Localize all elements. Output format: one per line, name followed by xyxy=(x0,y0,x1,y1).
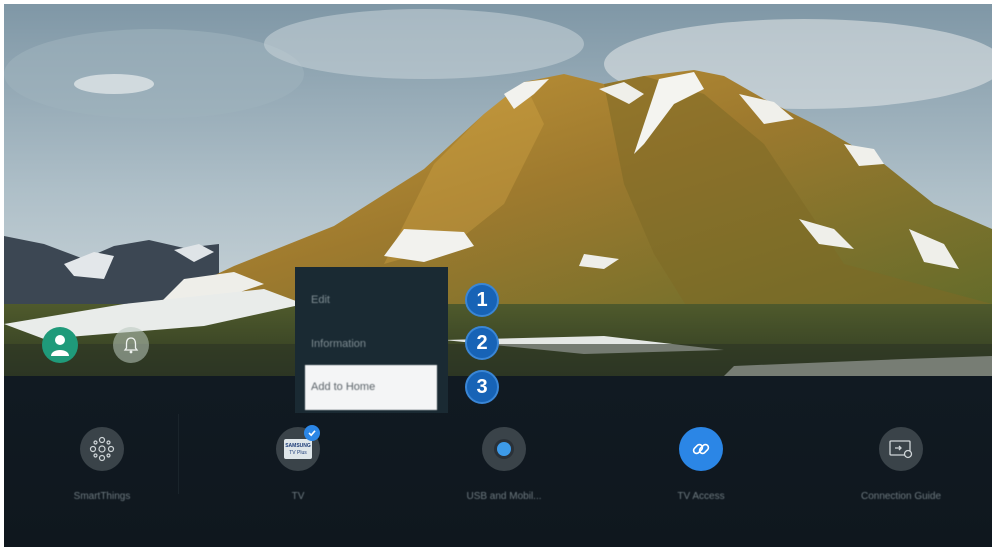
callout-3: 3 xyxy=(465,370,499,404)
link-icon xyxy=(679,427,723,471)
app-tile-tv[interactable]: SAMSUNG TV Plus TV xyxy=(223,425,373,517)
app-label: TV Access xyxy=(677,491,725,502)
connection-guide-icon xyxy=(879,427,923,471)
app-label: TV xyxy=(291,491,305,502)
profile-button[interactable] xyxy=(42,327,78,363)
smartthings-icon xyxy=(80,427,124,471)
featured-landscape-image xyxy=(4,4,992,376)
menu-item-add-to-home[interactable]: Add to Home xyxy=(305,365,437,410)
tv-plus-logo-line1: SAMSUNG xyxy=(285,443,311,449)
menu-item-label: Edit xyxy=(311,294,330,306)
menu-item-label: Add to Home xyxy=(311,381,376,393)
person-icon xyxy=(51,335,69,356)
app-label: SmartThings xyxy=(73,491,131,502)
notifications-button[interactable] xyxy=(113,327,149,363)
menu-item-information[interactable]: Information xyxy=(305,325,437,363)
menu-item-edit[interactable]: Edit xyxy=(305,281,437,319)
menu-item-label: Information xyxy=(311,338,367,350)
app-tile-tv-access[interactable]: TV Access xyxy=(626,427,776,517)
bell-icon xyxy=(123,337,139,354)
check-icon xyxy=(304,425,320,441)
app-tile-smartthings[interactable]: SmartThings xyxy=(27,427,177,517)
callout-1: 1 xyxy=(465,283,499,317)
app-label: USB and Mobil... xyxy=(466,491,542,502)
usb-source-icon xyxy=(482,427,526,471)
app-tile-connection-guide[interactable]: Connection Guide xyxy=(826,427,976,517)
app-tile-usb-and-mobile[interactable]: USB and Mobil... xyxy=(429,427,579,517)
context-menu: Edit Information Add to Home xyxy=(295,267,448,413)
tv-home-screen: Edit Information Add to Home 1 2 3 Smart… xyxy=(4,4,992,547)
app-label: Connection Guide xyxy=(860,491,942,502)
callout-2: 2 xyxy=(465,326,499,360)
tv-plus-logo-line2: TV Plus xyxy=(289,450,307,456)
divider xyxy=(178,414,179,494)
